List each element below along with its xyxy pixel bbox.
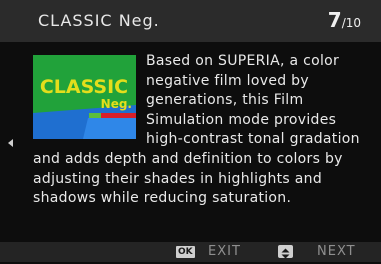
ok-key-icon[interactable]: OK	[176, 246, 195, 258]
exit-button[interactable]: EXIT	[208, 244, 241, 259]
next-button[interactable]: NEXT	[317, 244, 356, 259]
description-line: Based on SUPERIA, a color	[146, 53, 340, 69]
page-total: /10	[341, 16, 361, 30]
description-line: generations, this Film	[146, 92, 304, 109]
logo-subtext: Neg.	[101, 97, 132, 111]
description-line: high-contrast tonal gradation	[146, 131, 360, 148]
up-down-key-icon[interactable]	[278, 245, 293, 259]
description-line: and adds depth and definition to colors …	[33, 151, 343, 167]
description-line: shadows while reducing saturation.	[33, 190, 292, 207]
film-simulation-info-screen: CLASSIC Neg. 7/10 CLASSIC Neg. Based on …	[0, 0, 381, 262]
header-bar: CLASSIC Neg. 7/10	[0, 0, 381, 42]
page-current: 7	[327, 8, 342, 32]
logo-text: CLASSIC	[40, 76, 128, 98]
description-line: negative film loved by	[146, 72, 309, 89]
film-simulation-thumbnail: CLASSIC Neg.	[33, 55, 136, 139]
page-indicator: 7/10	[328, 8, 361, 32]
classic-neg-logo: CLASSIC Neg.	[33, 55, 136, 139]
left-arrow-icon[interactable]	[8, 139, 13, 147]
description-line: adjusting their shades in highlights and	[33, 170, 323, 187]
description-line: Simulation mode provides	[146, 111, 337, 128]
page-title: CLASSIC Neg.	[38, 11, 160, 30]
